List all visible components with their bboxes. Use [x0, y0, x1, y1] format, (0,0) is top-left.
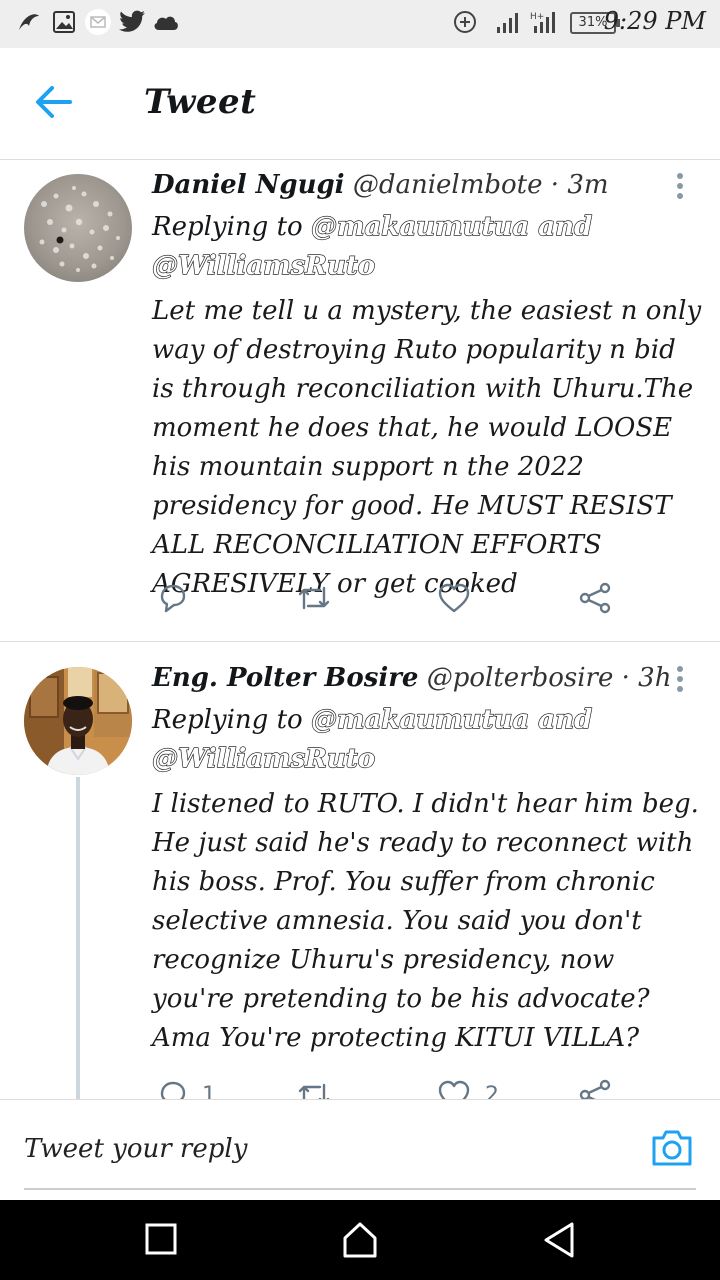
camera-button[interactable] [650, 1128, 694, 1172]
share-icon [579, 582, 611, 614]
like-button[interactable] [437, 578, 471, 618]
reply-icon [160, 584, 186, 613]
clock: 9:29 PM [603, 7, 706, 35]
twitter-icon [118, 10, 146, 38]
separator-dot: · [621, 663, 630, 693]
retweet-icon [298, 586, 330, 610]
more-vertical-icon [677, 666, 683, 692]
replying-to: Replying to @makaumutua and @WilliamsRut… [151, 701, 692, 779]
avatar[interactable] [24, 174, 132, 282]
reply-input[interactable]: Tweet your reply [24, 1134, 247, 1164]
tweet-actions: 1 2 [0, 1075, 720, 1100]
replying-to-label: Replying to [152, 212, 303, 242]
data-saver-icon [453, 10, 477, 38]
home-button[interactable] [338, 1218, 382, 1262]
arrow-left-icon [36, 86, 72, 118]
input-underline [24, 1188, 696, 1190]
retweet-button[interactable] [296, 578, 332, 618]
back-nav-button[interactable] [538, 1218, 582, 1262]
share-button[interactable] [578, 1075, 612, 1100]
replying-to: Replying to @makaumutua and @WilliamsRut… [151, 208, 692, 286]
status-bar: H+ 31% 9:29 PM [0, 0, 720, 48]
heart-icon [438, 1080, 470, 1100]
author-handle[interactable]: @polterbosire [427, 663, 614, 693]
reply-button[interactable] [156, 578, 188, 618]
home-icon [343, 1222, 377, 1258]
tweet[interactable]: Daniel Ngugi @danielmbote · 3m Replying … [0, 160, 720, 642]
tweet-header: Daniel Ngugi @danielmbote · 3m [152, 170, 609, 200]
cloud-icon [152, 12, 180, 36]
signal-icon [496, 12, 522, 38]
mention-link[interactable]: @makaumutua and [310, 704, 592, 735]
tweet-text: Let me tell u a mystery, the easiest n o… [152, 296, 702, 599]
mention-link[interactable]: @WilliamsRuto [151, 743, 375, 774]
more-vertical-icon [677, 173, 683, 199]
tweet-header: Eng. Polter Bosire @polterbosire · 3h [152, 663, 671, 693]
like-button[interactable]: 2 [437, 1075, 499, 1100]
replying-to-label: Replying to [152, 705, 303, 735]
more-options-button[interactable] [664, 665, 696, 695]
tweet-text: I listened to RUTO. I didn't hear him be… [152, 789, 699, 1053]
reply-icon [160, 1081, 186, 1100]
author-name[interactable]: Daniel Ngugi [152, 170, 345, 200]
triangle-back-icon [544, 1222, 574, 1258]
separator-dot: · [550, 170, 560, 200]
svg-text:H+: H+ [530, 12, 544, 22]
page-title: Tweet [144, 82, 257, 122]
reply-count: 1 [202, 1082, 216, 1101]
signal-icon-2: H+ [530, 10, 558, 38]
email-icon [84, 8, 112, 40]
back-button[interactable] [32, 82, 80, 126]
mention-link[interactable]: @makaumutua and [310, 211, 592, 242]
gallery-icon [52, 10, 76, 38]
square-icon [145, 1223, 177, 1255]
author-name[interactable]: Eng. Polter Bosire [152, 663, 418, 693]
share-icon [579, 1079, 611, 1100]
system-navigation-bar [0, 1200, 720, 1280]
thread-connector [76, 777, 80, 1100]
app-notification-icon [16, 10, 42, 40]
heart-icon [438, 583, 470, 613]
retweet-icon [298, 1083, 330, 1100]
more-options-button[interactable] [664, 172, 696, 202]
author-handle[interactable]: @danielmbote [353, 170, 543, 200]
reply-button[interactable]: 1 [156, 1075, 216, 1100]
app-header: Tweet [0, 48, 720, 160]
mention-link[interactable]: @WilliamsRuto [151, 250, 375, 281]
avatar[interactable] [24, 667, 132, 775]
camera-icon [652, 1130, 692, 1166]
like-count: 2 [485, 1082, 499, 1101]
reply-composer: Tweet your reply [0, 1099, 720, 1200]
recents-button[interactable] [140, 1218, 184, 1262]
tweet[interactable]: Eng. Polter Bosire @polterbosire · 3h Re… [0, 643, 720, 1100]
tweet-actions [0, 578, 720, 628]
retweet-button[interactable] [296, 1075, 332, 1100]
tweet-time: 3m [567, 170, 609, 200]
share-button[interactable] [578, 578, 612, 618]
